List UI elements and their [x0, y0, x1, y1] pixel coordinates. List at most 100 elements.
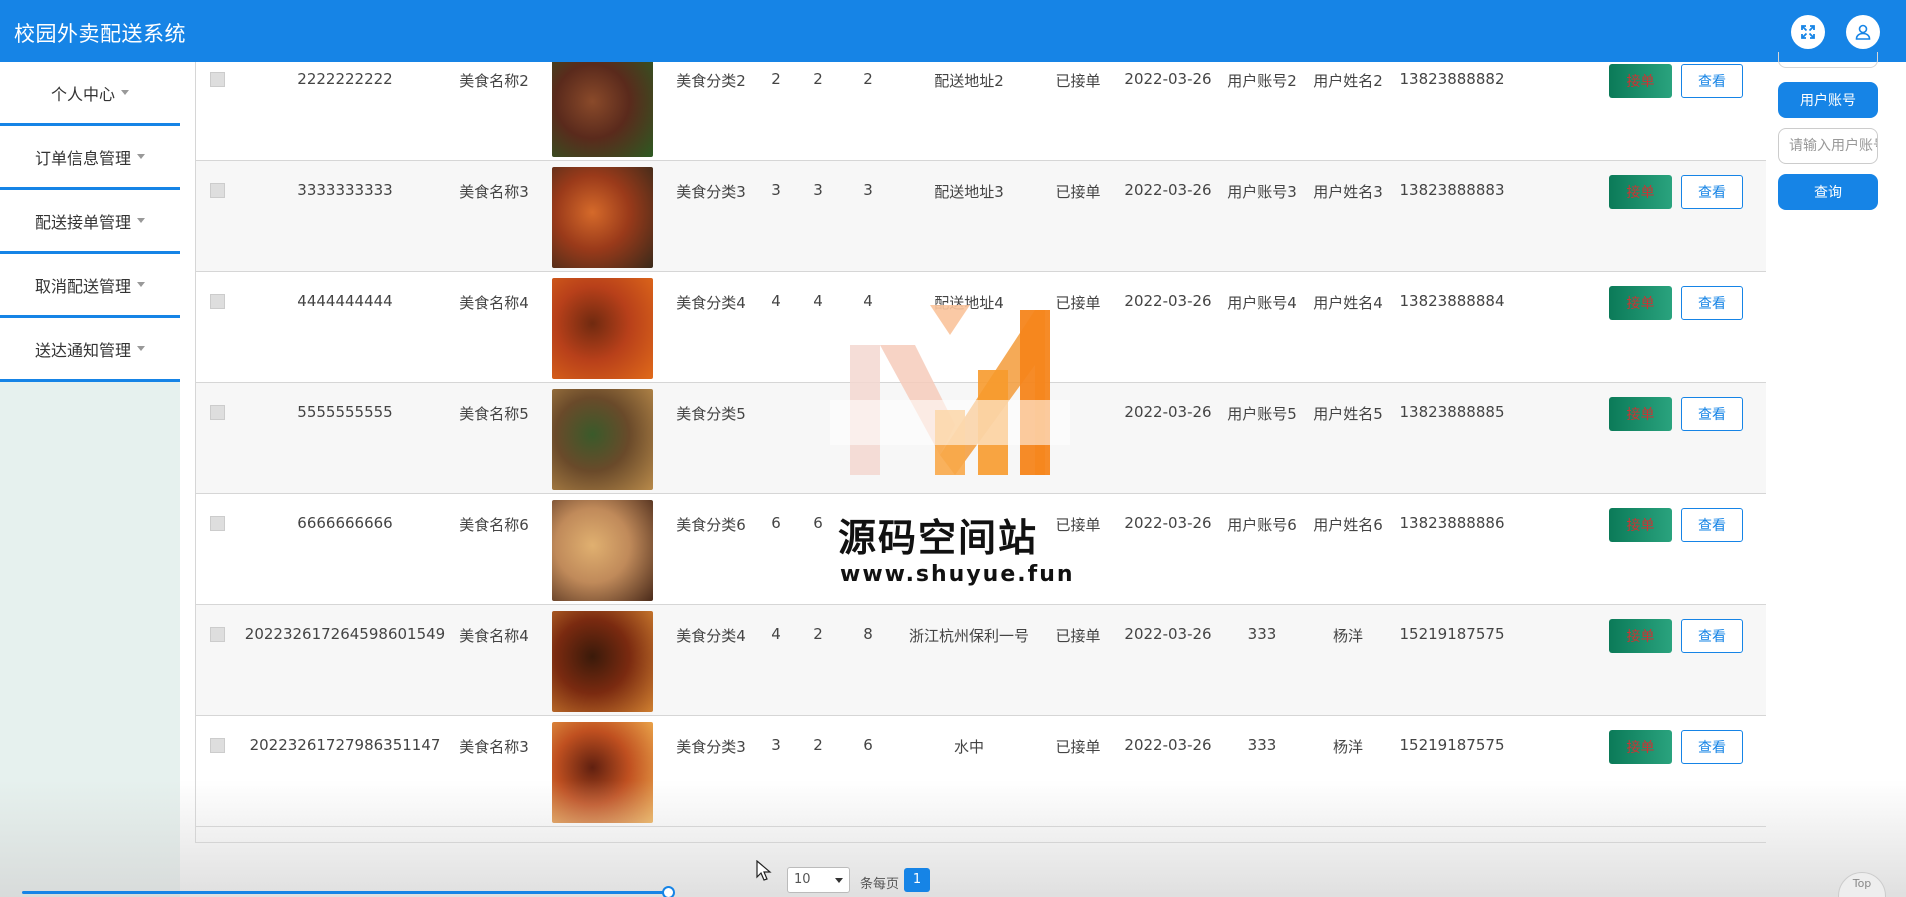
row-checkbox[interactable]: [210, 738, 225, 753]
cell-address: 配送地址4: [934, 294, 1004, 312]
caret-down-icon: [137, 346, 145, 351]
cell-account: 用户账号6: [1227, 516, 1297, 534]
page-size-value: 10: [794, 872, 811, 887]
cell-phone: 13823888886: [1399, 514, 1505, 532]
cell-order-no: 2222222222: [297, 70, 393, 88]
search-input[interactable]: 请输入用户账号: [1778, 128, 1878, 164]
progress-bar[interactable]: [22, 891, 670, 894]
cell-address: 配送地址2: [934, 72, 1004, 90]
back-to-top-label: Top: [1852, 877, 1872, 890]
cell-status: 已接单: [1055, 72, 1101, 90]
caret-down-icon: [137, 282, 145, 287]
cell-food-type: 美食分类5: [676, 405, 746, 423]
cell-address: 配送地址3: [934, 183, 1004, 201]
table-row: 5555555555 美食名称5 美食分类5 2022-03-26 用户账号5 用户姓名5…: [196, 383, 1766, 494]
top-header: 校园外卖配送系统: [0, 0, 1906, 62]
cell-phone: 15219187575: [1399, 625, 1505, 643]
view-button[interactable]: 查看: [1681, 730, 1743, 764]
cell-food-type: 美食分类6: [676, 516, 746, 534]
cell-b: 2: [813, 70, 823, 88]
view-button[interactable]: 查看: [1681, 619, 1743, 653]
sidebar-item-delivery-notice[interactable]: 送达通知管理: [0, 318, 180, 382]
food-image: [552, 722, 653, 823]
cell-order-no: 3333333333: [297, 181, 393, 199]
row-checkbox[interactable]: [210, 516, 225, 531]
view-button[interactable]: 查看: [1681, 286, 1743, 320]
row-checkbox[interactable]: [210, 294, 225, 309]
cell-address: 水中: [953, 738, 985, 756]
fullscreen-icon: [1801, 25, 1815, 39]
accept-order-button[interactable]: 接单: [1609, 286, 1672, 320]
food-image: [552, 389, 653, 490]
cell-user-name: 杨洋: [1332, 627, 1364, 645]
cell-b: 4: [813, 292, 823, 310]
table-row: 20223261726459860154​9 美食名称4 美食分类4 4 2 8 浙江杭州保…: [196, 605, 1766, 716]
food-image: [552, 500, 653, 601]
row-checkbox[interactable]: [210, 183, 225, 198]
sidebar: 个人中心 订单信息管理 配送接单管理 取消配送管理 送达通知管理: [0, 62, 180, 897]
cell-order-no: 5555555555: [297, 403, 393, 421]
row-checkbox[interactable]: [210, 72, 225, 87]
search-panel: 用户账号 请输入用户账号 查询: [1766, 52, 1906, 897]
row-checkbox[interactable]: [210, 627, 225, 642]
cell-account: 用户账号5: [1227, 405, 1297, 423]
accept-order-button[interactable]: 接单: [1609, 175, 1672, 209]
sidebar-item-personal-center[interactable]: 个人中心: [0, 62, 180, 126]
cell-status: 已接单: [1055, 627, 1101, 645]
cell-food-type: 美食分类4: [676, 627, 746, 645]
main-content: 2222222222 美食名称2 美食分类2 2 2 2 配送地址2 已接单 2022-03-2…: [180, 62, 1767, 897]
sidebar-item-cancel-delivery[interactable]: 取消配送管理: [0, 254, 180, 318]
watermark-name: 源码空间站: [838, 516, 1039, 560]
view-button[interactable]: 查看: [1681, 397, 1743, 431]
sidebar-item-order-info[interactable]: 订单信息管理: [0, 126, 180, 190]
table-row: 3333333333 美食名称3 美食分类3 3 3 3 配送地址3 已接单 2022-03-2…: [196, 161, 1766, 272]
cell-user-name: 用户姓名5: [1313, 405, 1383, 423]
cell-b: 3: [813, 181, 823, 199]
view-button[interactable]: 查看: [1681, 64, 1743, 98]
cell-user-name: 用户姓名4: [1313, 294, 1383, 312]
cell-c: 6: [863, 736, 873, 754]
cell-account: 333: [1247, 625, 1277, 643]
cell-user-name: 用户姓名2: [1313, 72, 1383, 90]
chevron-down-icon: [835, 878, 843, 883]
sidebar-item-label: 个人中心: [50, 84, 115, 104]
cell-food-name: 美食名称2: [459, 72, 529, 90]
cell-food-name: 美食名称5: [459, 405, 529, 423]
cell-phone: 15219187575: [1399, 736, 1505, 754]
caret-down-icon: [137, 218, 145, 223]
accept-order-button[interactable]: 接单: [1609, 64, 1672, 98]
row-checkbox[interactable]: [210, 405, 225, 420]
cell-order-no: 6666666666: [297, 514, 393, 532]
view-button[interactable]: 查看: [1681, 508, 1743, 542]
page-number-current[interactable]: 1: [904, 868, 930, 892]
user-button[interactable]: [1846, 15, 1880, 49]
sidebar-item-delivery-accept[interactable]: 配送接单管理: [0, 190, 180, 254]
cell-a: 4: [771, 625, 781, 643]
page-size-select[interactable]: 10: [787, 867, 850, 893]
cell-address: 浙江杭州保利一号: [908, 627, 1030, 645]
cell-order-no: 4444444444: [297, 292, 393, 310]
cell-food-type: 美食分类2: [676, 72, 746, 90]
fullscreen-button[interactable]: [1791, 15, 1825, 49]
accept-order-button[interactable]: 接单: [1609, 508, 1672, 542]
mouse-cursor-icon: [756, 860, 772, 881]
cell-phone: 13823888883: [1399, 181, 1505, 199]
cell-user-name: 杨洋: [1332, 738, 1364, 756]
accept-order-button[interactable]: 接单: [1609, 619, 1672, 653]
query-button[interactable]: 查询: [1778, 174, 1878, 210]
cell-food-type: 美食分类3: [676, 738, 746, 756]
search-field-partial[interactable]: [1778, 52, 1878, 68]
watermark-url: www.shuyue.fun: [840, 562, 1075, 587]
per-page-label: 条每页: [860, 877, 900, 892]
caret-down-icon: [137, 154, 145, 159]
view-button[interactable]: 查看: [1681, 175, 1743, 209]
cell-food-name: 美食名称4: [459, 627, 529, 645]
food-image: [552, 278, 653, 379]
orders-table: 2222222222 美食名称2 美食分类2 2 2 2 配送地址2 已接单 2022-03-2…: [195, 62, 1767, 843]
progress-knob[interactable]: [662, 886, 675, 897]
cell-status: 已接单: [1055, 183, 1101, 201]
accept-order-button[interactable]: 接单: [1609, 397, 1672, 431]
accept-order-button[interactable]: 接单: [1609, 730, 1672, 764]
field-select-button[interactable]: 用户账号: [1778, 82, 1878, 118]
cell-date: 2022-03-26: [1124, 292, 1212, 310]
